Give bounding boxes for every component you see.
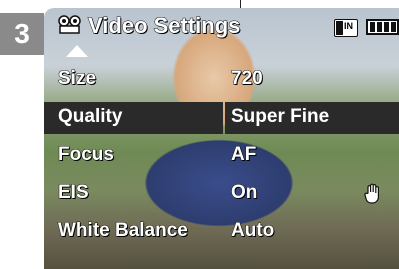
menu-item-value: AF (230, 144, 257, 166)
step-number-badge: 3 (0, 13, 44, 55)
up-arrow-icon[interactable] (66, 45, 88, 57)
menu-item-value: 720 (231, 68, 264, 90)
hand-shake-icon (364, 183, 379, 204)
menu-item-focus[interactable]: Focus AF (44, 140, 399, 172)
menu-item-label: Focus (58, 144, 115, 166)
menu-item-label: EIS (58, 182, 90, 204)
menu-title: Video Settings (87, 13, 241, 39)
menu-item-size[interactable]: Size 720 (44, 64, 399, 96)
battery-full-icon (366, 19, 399, 35)
memory-label: IN (344, 21, 353, 31)
menu-item-label: Quality (58, 106, 123, 127)
internal-memory-icon: IN (334, 19, 358, 37)
menu-item-white-balance[interactable]: White Balance Auto (44, 216, 399, 248)
camcorder-lcd-screen: Video Settings IN Size 720 Quality Super… (44, 8, 399, 269)
menu-item-value: On (230, 182, 258, 204)
camcorder-menu-icon (58, 15, 81, 34)
title-bar: Video Settings IN (44, 8, 399, 44)
menu-item-quality[interactable]: Quality Super Fine (44, 102, 399, 134)
menu-item-label: Size (57, 68, 97, 90)
menu-item-label: White Balance (58, 220, 189, 242)
menu-item-eis[interactable]: EIS On (44, 178, 399, 210)
menu-item-value: Auto (230, 220, 275, 242)
menu-item-value: Super Fine (231, 106, 330, 127)
